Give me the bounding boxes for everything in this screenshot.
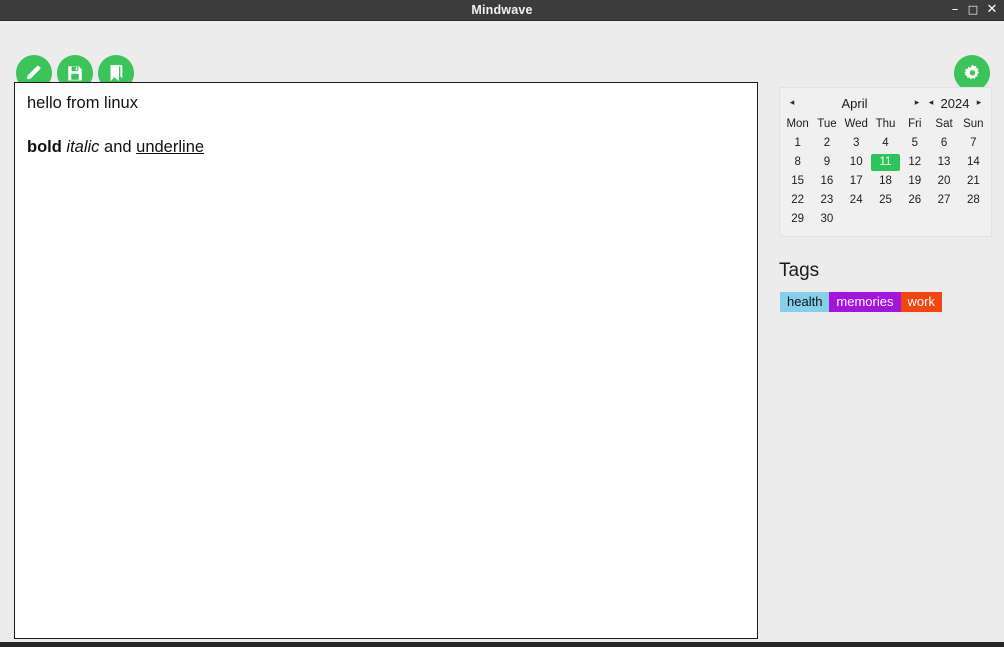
calendar-day[interactable]: 28	[959, 192, 988, 209]
window-titlebar: Mindwave – □ ✕	[0, 0, 1004, 21]
calendar-header: ◂ April ▸ ◂ 2024 ▸	[783, 92, 988, 114]
calendar-day[interactable]: 8	[783, 154, 812, 171]
next-month-button[interactable]: ▸	[910, 92, 924, 114]
calendar-year-label: 2024	[940, 95, 970, 111]
floppy-disk-icon	[66, 64, 84, 82]
tag-list: health memories work	[780, 292, 942, 312]
calendar-day[interactable]: 29	[783, 211, 812, 228]
calendar-day[interactable]: 12	[900, 154, 929, 171]
tag-health[interactable]: health	[780, 292, 830, 312]
editor-italic-text: italic	[66, 138, 100, 157]
calendar-day[interactable]: 27	[929, 192, 958, 209]
calendar-day[interactable]: 26	[900, 192, 929, 209]
calendar-day[interactable]: 25	[871, 192, 900, 209]
note-editor[interactable]: hello from linux bold italic and underli…	[14, 82, 758, 639]
window-title: Mindwave	[471, 3, 533, 17]
editor-bold-text: bold	[27, 138, 62, 157]
tag-work[interactable]: work	[900, 292, 942, 312]
calendar-weekday-sat: Sat	[935, 118, 953, 130]
prev-month-button[interactable]: ◂	[785, 92, 799, 114]
tags-section-title: Tags	[779, 260, 820, 281]
calendar-day[interactable]: 9	[812, 154, 841, 171]
calendar-day[interactable]: 23	[812, 192, 841, 209]
editor-underline-text: underline	[136, 138, 205, 157]
gear-icon	[962, 63, 983, 84]
calendar-day[interactable]: 15	[783, 173, 812, 190]
prev-year-button[interactable]: ◂	[924, 92, 938, 114]
application-window: Mindwave – □ ✕ hello from linux bold ita…	[0, 0, 1004, 642]
close-button[interactable]: ✕	[983, 0, 1001, 20]
calendar-weekday-header: Mon Tue Wed Thu Fri Sat Sun	[783, 116, 988, 133]
calendar-day[interactable]: 10	[842, 154, 871, 171]
calendar-day[interactable]: 13	[929, 154, 958, 171]
calendar-day[interactable]: 17	[842, 173, 871, 190]
calendar-day[interactable]: 22	[783, 192, 812, 209]
calendar-day[interactable]: 19	[900, 173, 929, 190]
calendar-month-group: ◂ April ▸	[785, 92, 924, 114]
pencil-icon	[24, 63, 44, 83]
calendar-widget: ◂ April ▸ ◂ 2024 ▸ Mon Tue Wed Thu Fri Sat Sun…	[779, 87, 992, 237]
calendar-day[interactable]: 30	[812, 211, 841, 228]
calendar-day-selected[interactable]: 11	[870, 154, 901, 171]
calendar-day-grid: 1 2 3 4 5 6 7 8 9 10 11 12 13 14 15 16 17 18 19 20 21 22 23 24 2…	[783, 135, 988, 228]
calendar-day[interactable]: 24	[842, 192, 871, 209]
next-year-button[interactable]: ▸	[972, 92, 986, 114]
calendar-day[interactable]: 18	[871, 173, 900, 190]
tag-memories[interactable]: memories	[829, 292, 901, 312]
minimize-button[interactable]: –	[946, 0, 964, 20]
editor-paragraph-2: bold italic and underline	[27, 137, 745, 157]
calendar-day[interactable]: 16	[812, 173, 841, 190]
calendar-day[interactable]: 20	[929, 173, 958, 190]
calendar-day[interactable]: 14	[959, 154, 988, 171]
calendar-weekday-mon: Mon	[786, 118, 809, 130]
calendar-month-label: April	[841, 95, 868, 111]
calendar-day[interactable]: 3	[842, 135, 871, 152]
calendar-day[interactable]: 6	[929, 135, 958, 152]
calendar-weekday-fri: Fri	[908, 118, 922, 130]
editor-paragraph-1: hello from linux	[27, 94, 138, 112]
sidebar: ◂ April ▸ ◂ 2024 ▸ Mon Tue Wed Thu Fri Sat Sun…	[770, 82, 996, 639]
toolbar	[0, 21, 1004, 91]
calendar-year-group: ◂ 2024 ▸	[924, 92, 986, 114]
calendar-weekday-wed: Wed	[844, 118, 868, 130]
maximize-button[interactable]: □	[964, 0, 982, 20]
calendar-day[interactable]: 21	[959, 173, 988, 190]
calendar-weekday-thu: Thu	[875, 118, 896, 130]
editor-plain-text: and	[104, 138, 132, 157]
bookmark-icon	[106, 63, 126, 83]
calendar-weekday-tue: Tue	[817, 118, 837, 130]
desktop-bottom-strip	[0, 642, 1004, 647]
calendar-weekday-sun: Sun	[963, 118, 984, 130]
calendar-day[interactable]: 2	[812, 135, 841, 152]
calendar-day[interactable]: 7	[959, 135, 988, 152]
calendar-day[interactable]: 5	[900, 135, 929, 152]
calendar-day[interactable]: 4	[871, 135, 900, 152]
calendar-day[interactable]: 1	[783, 135, 812, 152]
